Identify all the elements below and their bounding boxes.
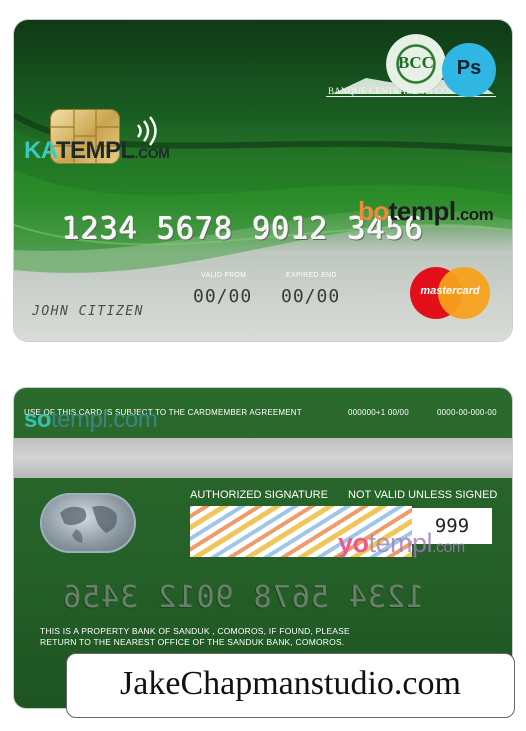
- mastercard-logo: mastercard: [410, 267, 490, 319]
- authorized-signature-label: AUTHORIZED SIGNATURE: [190, 489, 328, 501]
- phone-1: 000000+1 00/00: [348, 408, 409, 417]
- not-valid-label: NOT VALID UNLESS SIGNED: [348, 489, 498, 501]
- globe-hologram-icon: [40, 493, 136, 553]
- expired-end-label: EXPIRED END: [286, 272, 337, 279]
- watermark-botempl: botempl.com: [358, 196, 494, 226]
- mirrored-card-number: 1234 5678 9012 3456: [62, 580, 425, 615]
- valid-from-value: 00/00: [193, 286, 253, 307]
- property-notice-line-2: RETURN TO THE NEAREST OFFICE OF THE SAND…: [40, 637, 345, 647]
- watermark-katempl: KATEMPL.COM: [24, 137, 170, 164]
- watermark-sotempl: sotempl.com: [24, 406, 158, 433]
- credit-text: JakeChapmanstudio.com: [120, 665, 461, 702]
- credit-banner: JakeChapmanstudio.com: [66, 653, 515, 718]
- expired-end-value: 00/00: [281, 286, 341, 307]
- phone-2: 0000-00-000-00: [437, 408, 497, 417]
- property-notice-line-1: THIS IS A PROPERTY BANK OF SANDUK , COMO…: [40, 626, 350, 636]
- magnetic-stripe: [14, 438, 512, 478]
- card-front: KATEMPL.COM BCC BANQUE CENTRALE des COMO…: [14, 20, 512, 341]
- watermark-yotempl: yotempl.com: [338, 528, 465, 558]
- valid-from-label: VALID FROM: [201, 272, 247, 279]
- bank-seal: BCC: [386, 34, 446, 94]
- cardholder-name: JOHN CITIZEN: [32, 304, 144, 319]
- photoshop-badge: Ps: [442, 43, 496, 97]
